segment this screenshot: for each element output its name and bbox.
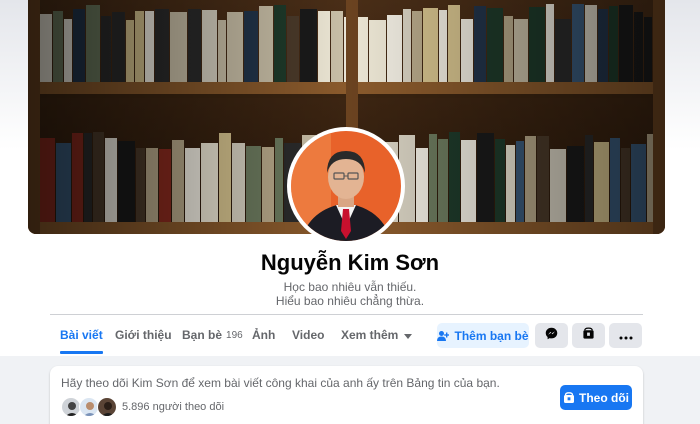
add-friend-label: Thêm bạn bè: [454, 328, 529, 343]
friend-count: 196: [226, 329, 243, 341]
tab-label: Bạn bè: [182, 328, 223, 342]
more-dots-icon: [619, 327, 633, 345]
tab-label: Ảnh: [252, 328, 276, 342]
follow-icon: [563, 391, 575, 404]
tab-posts[interactable]: Bài viết: [60, 316, 103, 354]
profile-avatar[interactable]: [287, 127, 405, 245]
messenger-icon: [545, 327, 558, 345]
save-profile-button[interactable]: [572, 323, 605, 348]
profile-name: Nguyễn Kim Sơn: [260, 250, 440, 275]
tab-videos[interactable]: Video: [292, 316, 324, 354]
more-options-button[interactable]: [609, 323, 642, 348]
tab-more[interactable]: Xem thêm: [341, 316, 413, 354]
profile-bio-line-1: Học bao nhiêu vẫn thiếu.: [283, 280, 417, 294]
tab-label: Xem thêm: [341, 328, 399, 342]
follow-suggestion-card: Hãy theo dõi Kim Sơn để xem bài viết côn…: [50, 366, 643, 424]
profile-bio-line-2: Hiểu bao nhiêu chẳng thừa.: [275, 294, 425, 308]
header-divider: [50, 314, 643, 315]
follower-avatar: [97, 397, 117, 417]
tab-photos[interactable]: Ảnh: [252, 316, 275, 354]
tab-label: Bài viết: [60, 328, 103, 342]
follow-prompt: Hãy theo dõi Kim Sơn để xem bài viết côn…: [61, 376, 500, 390]
add-friend-button[interactable]: Thêm bạn bè: [437, 323, 529, 348]
follower-avatar: [79, 397, 99, 417]
tab-label: Video: [292, 328, 325, 342]
follower-count: 5.896 người theo dõi: [122, 401, 225, 413]
tab-friends[interactable]: Bạn bè 196: [182, 316, 243, 354]
avatar-photo: [291, 131, 401, 241]
follow-button[interactable]: Theo dõi: [560, 385, 632, 410]
add-person-icon: [437, 330, 450, 342]
chevron-down-icon: [404, 333, 413, 339]
tab-about[interactable]: Giới thiệu: [115, 316, 172, 354]
follow-label: Theo dõi: [579, 390, 629, 405]
follower-avatars[interactable]: [61, 397, 117, 417]
message-button[interactable]: [535, 323, 568, 348]
tab-label: Giới thiệu: [115, 328, 172, 342]
bookmark-icon: [582, 326, 595, 345]
follower-avatar: [61, 397, 81, 417]
